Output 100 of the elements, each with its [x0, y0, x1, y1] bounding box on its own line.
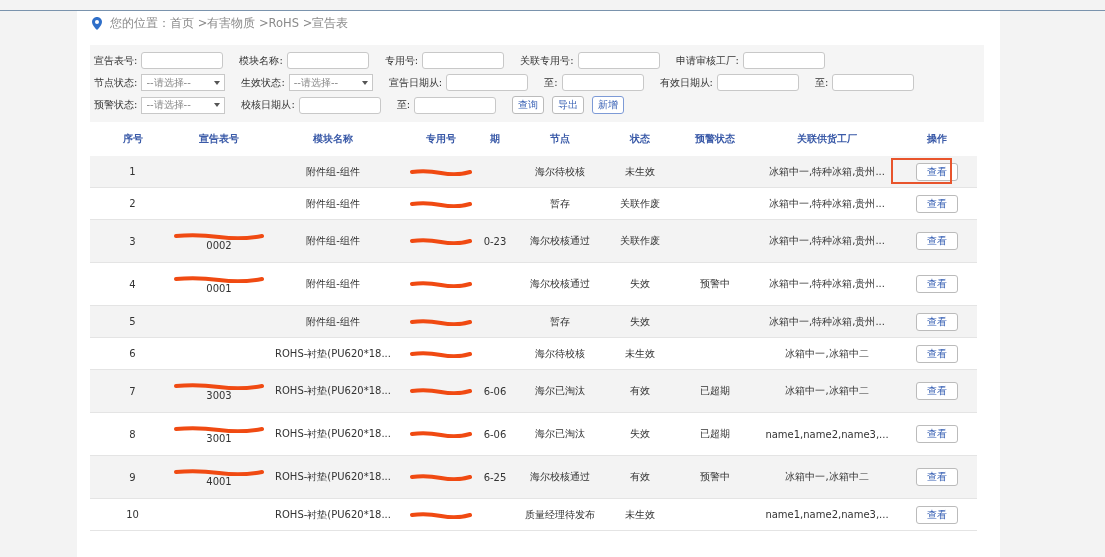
field-label: 关联专用号: [520, 53, 574, 68]
table-cell-text: 0-23 [482, 235, 508, 247]
redaction-mark [409, 387, 472, 395]
table-cell: 4001 [206, 475, 232, 487]
view-button[interactable]: 查看 [916, 162, 958, 181]
table-cell-text: 未生效 [623, 346, 656, 361]
table-cell-text: 失效 [628, 314, 651, 329]
input-field[interactable] [832, 74, 915, 91]
view-button[interactable]: 查看 [916, 344, 958, 363]
field-label: 申请审核工厂: [675, 53, 739, 68]
field-label: 至: [544, 75, 558, 90]
input-field[interactable] [446, 74, 529, 91]
view-button[interactable]: 查看 [916, 505, 958, 524]
table-cell-text: 4 [128, 278, 137, 290]
table-cell-text: 已超期 [698, 427, 731, 441]
redaction-mark [409, 237, 472, 245]
table-cell-text: 冰箱中一,特种冰箱,贵州... [768, 314, 886, 329]
table-cell-text: 附件组-组件 [305, 196, 361, 211]
view-button[interactable]: 查看 [916, 194, 958, 213]
column-header: 期 [489, 132, 501, 146]
table-cell-text: 关联作废 [618, 234, 661, 248]
table-cell-text: 冰箱中一,特种冰箱,贵州... [768, 196, 886, 211]
redaction-mark [409, 510, 472, 519]
field-label: 生效状态: [241, 75, 285, 90]
input-field[interactable] [716, 74, 799, 91]
column-header: 节点 [548, 132, 571, 146]
table-cell-text: 7 [128, 385, 137, 397]
column-header: 宣告表号 [198, 132, 240, 146]
select-field[interactable]: --请选择-- [288, 74, 373, 91]
view-button[interactable]: 查看 [916, 425, 958, 443]
table-cell-text: 冰箱中一,冰箱中二 [784, 470, 870, 484]
table-cell-text: 6 [128, 348, 137, 359]
column-header: 模块名称 [312, 132, 354, 146]
field-label: 至: [814, 75, 829, 90]
action-button[interactable]: 新增 [592, 96, 625, 114]
field-label: 宣告日期从: [388, 75, 443, 90]
view-button[interactable]: 查看 [916, 232, 958, 250]
redaction-mark [409, 317, 472, 326]
input-field[interactable] [141, 52, 224, 69]
table-cell-text: 冰箱中一,冰箱中二 [784, 384, 870, 398]
table-cell-text: 附件组-组件 [305, 314, 361, 329]
select-field[interactable]: --请选择-- [141, 74, 226, 91]
input-field[interactable] [414, 96, 497, 114]
table-cell-text: 暂存 [548, 314, 571, 329]
table-cell-text: 海尔已淘汰 [533, 427, 586, 441]
table-cell-text: 8 [128, 428, 137, 440]
table-cell-text: 2 [128, 198, 137, 209]
table-cell-text: 失效 [628, 277, 651, 291]
table-cell: 0002 [206, 239, 232, 251]
table-cell-text: 附件组-组件 [305, 234, 361, 248]
input-field[interactable] [742, 52, 825, 69]
view-button[interactable]: 查看 [916, 382, 958, 400]
table-cell-text: 海尔校核通过 [528, 277, 591, 291]
table-cell-text: name1,name2,name3,... [764, 509, 890, 520]
caret-icon [214, 103, 221, 107]
table-cell-text: 6-25 [482, 471, 508, 483]
table-cell-text: 海尔校核通过 [528, 470, 591, 484]
field-label: 至: [396, 98, 411, 112]
input-field[interactable] [577, 52, 660, 69]
column-header: 序号 [121, 132, 144, 146]
table-cell-text: 9 [128, 471, 137, 483]
view-button[interactable]: 查看 [916, 275, 958, 293]
column-header: 预警状态 [693, 132, 736, 146]
table-cell-text: 预警中 [698, 470, 731, 484]
column-header: 关联供货工厂 [796, 132, 858, 146]
redaction-mark [409, 199, 472, 208]
table-cell-text: 3 [128, 235, 137, 247]
table-cell-text: 海尔待校核 [533, 346, 586, 361]
select-field[interactable]: --请选择-- [141, 96, 226, 114]
table-cell: 3003 [206, 389, 232, 401]
table-cell-text: 未生效 [623, 164, 656, 179]
column-header: 状态 [628, 132, 651, 146]
table-cell-text: ROHS-衬垫(PU620*18... [274, 427, 392, 441]
redaction-mark [409, 473, 472, 481]
field-label: 模块名称: [239, 53, 283, 68]
table-cell-text: 未生效 [623, 507, 656, 522]
table-cell-text: ROHS-衬垫(PU620*18... [274, 384, 392, 398]
caret-icon [361, 80, 368, 85]
input-field[interactable] [298, 96, 381, 114]
action-button[interactable]: 查询 [512, 96, 545, 114]
view-button[interactable]: 查看 [916, 312, 958, 331]
redaction-mark [409, 430, 472, 438]
redaction-mark [409, 280, 472, 288]
table-cell-text: 失效 [628, 427, 651, 441]
table-cell-text: 冰箱中一,冰箱中二 [784, 346, 870, 361]
column-header: 操作 [926, 132, 948, 146]
table-cell-text: 预警中 [698, 277, 731, 291]
table-cell-text: 已超期 [698, 384, 731, 398]
input-field[interactable] [561, 74, 644, 91]
table-cell-text: 关联作废 [618, 196, 661, 211]
input-field[interactable] [422, 52, 505, 69]
action-button[interactable]: 导出 [552, 96, 585, 114]
view-button[interactable]: 查看 [916, 468, 958, 486]
table-cell: 3001 [206, 432, 232, 444]
table-cell-text: ROHS-衬垫(PU620*18... [274, 346, 392, 361]
input-field[interactable] [286, 52, 369, 69]
table-cell-text: 海尔校核通过 [528, 234, 591, 248]
table-cell-text: 冰箱中一,特种冰箱,贵州... [768, 164, 886, 179]
field-label: 宣告表号: [94, 53, 138, 68]
table-cell-text: 5 [128, 316, 137, 327]
